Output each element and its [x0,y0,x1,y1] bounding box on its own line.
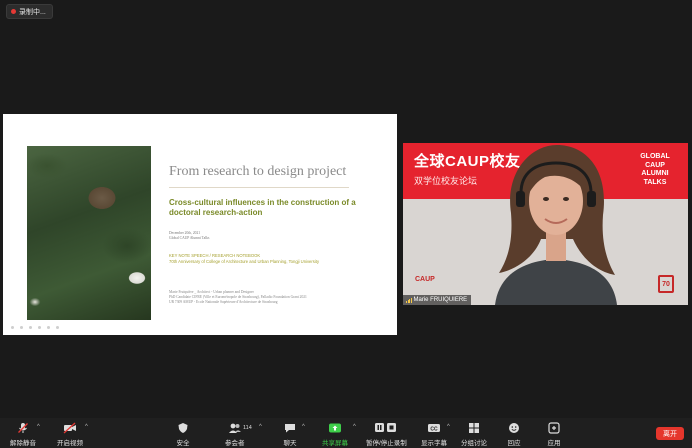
pause-stop-recording-label: 暂停/停止录制 [366,440,407,447]
participants-options-chevron-icon[interactable]: ^ [259,424,262,430]
participant-name: Marie FRUIQUIERE [413,297,468,303]
chat-label: 聊天 [283,440,297,447]
pager-dot [29,326,32,329]
banner-title-en: GLOBAL CAUP ALUMNI TALKS [640,153,670,186]
apps-label: 应用 [547,440,561,447]
shield-icon [175,422,191,434]
breakout-rooms-label: 分组讨论 [461,440,487,447]
shared-screen-slide: From research to design project Cross-cu… [3,114,397,335]
participant-portrait [495,145,617,305]
share-screen-icon [327,422,343,434]
slide-speaker-lab: UR 7309 AMUP - Ecole Nationale Supérieur… [169,299,278,304]
slide-photo-bird-nest [27,146,151,320]
participant-video-tile[interactable]: 全球CAUP校友 双学位校友论坛 GLOBAL CAUP ALUMNI TALK… [403,143,688,305]
banner-subtitle-cn: 双学位校友论坛 [414,176,478,186]
share-screen-label: 共享屏幕 [322,440,348,447]
show-captions-button[interactable]: CC 显示字幕 [421,422,447,447]
closed-captions-icon: CC [426,422,442,434]
participants-count: 114 [243,425,252,431]
apps-button[interactable]: 应用 [546,422,562,447]
recording-dot-icon [11,9,16,14]
security-label: 安全 [176,440,190,447]
unmute-button[interactable]: 解除静音 [10,422,36,447]
slide-date-block: December 20th, 2021 Global CAUP Alumni T… [169,231,369,241]
apps-icon [546,422,562,434]
video-options-chevron-icon[interactable]: ^ [85,424,88,430]
mic-level-icon [406,297,412,303]
pager-dot [20,326,23,329]
reactions-label: 回应 [507,440,521,447]
leave-meeting-button[interactable]: 离开 [656,427,684,440]
slide-pager [11,326,59,329]
chat-bubble-icon [282,422,298,434]
recording-badge[interactable]: 录制中... [6,4,53,19]
participants-icon [227,422,243,434]
participant-name-tag: Marie FRUIQUIERE [403,295,472,305]
caup-logo: CAUP [415,276,435,283]
slide-event: Global CAUP Alumni Talks [169,236,210,240]
slide-speaker-block: Marie Fruiquière _ Architect - Urban pla… [169,290,379,304]
show-captions-label: 显示字幕 [421,440,447,447]
meeting-toolbar: 解除静音 ^ 开启视频 ^ 安全 参会者 114 ^ 聊天 ^ 共享屏幕 ^ 暂… [0,418,692,448]
recording-label: 录制中... [19,8,46,16]
svg-text:CC: CC [430,426,438,432]
chat-button[interactable]: 聊天 [282,422,298,447]
start-video-button[interactable]: 开启视频 [57,422,83,447]
pause-stop-icon [373,422,399,434]
slide-divider [169,187,349,188]
reactions-button[interactable]: 回应 [506,422,522,447]
camera-off-icon [62,422,78,434]
captions-options-chevron-icon[interactable]: ^ [447,424,450,430]
unmute-label: 解除静音 [10,440,36,447]
security-button[interactable]: 安全 [175,422,191,447]
anniversary-logo: 70 [658,275,674,293]
chat-options-chevron-icon[interactable]: ^ [302,424,305,430]
pager-dot [47,326,50,329]
microphone-muted-icon [15,422,31,434]
slide-keynote-occasion: 70th Anniversary of College of Architect… [169,258,320,264]
share-options-chevron-icon[interactable]: ^ [353,424,356,430]
start-video-label: 开启视频 [57,440,83,447]
pause-stop-recording-button[interactable]: 暂停/停止录制 [366,422,407,447]
slide-title: From research to design project [169,164,347,179]
audio-options-chevron-icon[interactable]: ^ [37,424,40,430]
pager-dot [56,326,59,329]
pager-dot [11,326,14,329]
slide-keynote-block: KEY NOTE SPEECH / RESEARCH NOTEBOOK 70th… [169,253,369,264]
breakout-rooms-button[interactable]: 分组讨论 [461,422,487,447]
participants-button[interactable]: 参会者 [225,422,245,447]
pager-dot [38,326,41,329]
share-screen-button[interactable]: 共享屏幕 [322,422,348,447]
breakout-rooms-icon [466,422,482,434]
participants-label: 参会者 [225,440,245,447]
smiley-icon [506,422,522,434]
slide-subtitle: Cross-cultural influences in the constru… [169,198,356,217]
